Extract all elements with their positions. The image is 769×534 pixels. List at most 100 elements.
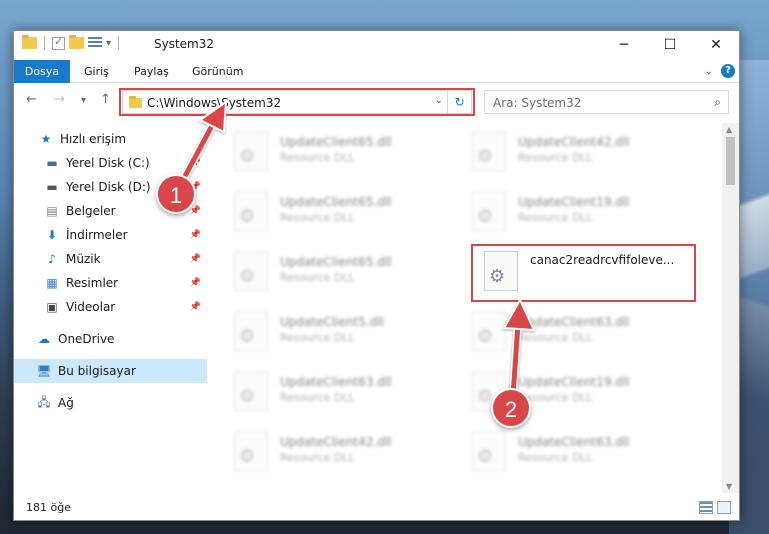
tab-view[interactable]: Görünüm	[192, 60, 243, 83]
sidebar-item-quick-access[interactable]: ★ Hızlı erişim	[14, 127, 207, 151]
sidebar-item-label: Müzik	[66, 252, 101, 266]
dll-file-icon	[472, 311, 506, 351]
file-name: UpdateClient42.dll	[518, 135, 630, 149]
status-bar: 181 öğe	[14, 496, 739, 520]
maximize-button[interactable]: ☐	[647, 31, 693, 58]
file-description: Resource DLL	[280, 151, 355, 164]
dll-file-icon	[234, 431, 268, 471]
dll-file-icon	[472, 431, 506, 471]
forward-arrow-icon[interactable]: →	[54, 92, 65, 107]
title-bar: ▾ System32 ─ ☐ ✕	[14, 31, 739, 58]
sidebar-item-label: Bu bilgisayar	[58, 364, 136, 378]
step-1-badge: 1	[156, 174, 196, 214]
pin-icon[interactable]: 📌	[190, 302, 201, 312]
recent-locations-chevron-icon[interactable]: ▾	[81, 95, 86, 106]
ribbon-tabs: Dosya Giriş Paylaş Görünüm ⌄ ?	[14, 60, 739, 83]
file-name: UpdateClient63.dll	[518, 315, 630, 329]
sidebar-item-this-pc[interactable]: 🖥 Bu bilgisayar	[14, 359, 207, 383]
minimize-button[interactable]: ─	[601, 31, 647, 58]
file-item[interactable]: UpdateClient5.dll Resource DLL	[214, 307, 444, 359]
pin-icon[interactable]: 📌	[190, 158, 201, 168]
sidebar-item-music[interactable]: ♪ Müzik 📌	[14, 247, 207, 271]
file-item[interactable]: UpdateClient65.dll Resource DLL	[214, 127, 444, 179]
sidebar-item-label: Yerel Disk (D:)	[66, 180, 151, 194]
sidebar-item-label: Yerel Disk (C:)	[66, 156, 150, 170]
pin-icon[interactable]: 📌	[190, 230, 201, 240]
file-name: UpdateClient19.dll	[518, 375, 630, 389]
sidebar-item-videos[interactable]: ▣ Videolar 📌	[14, 295, 207, 319]
file-name: UpdateClient19.dll	[518, 195, 630, 209]
expand-ribbon-chevron-icon[interactable]: ⌄	[705, 66, 713, 77]
sidebar-item-local-disk-c[interactable]: ▬ Yerel Disk (C:) 📌	[14, 151, 207, 175]
large-icons-view-icon[interactable]	[717, 501, 731, 514]
window-controls: ─ ☐ ✕	[601, 31, 739, 58]
pin-icon[interactable]: 📌	[190, 278, 201, 288]
back-arrow-icon[interactable]: ←	[26, 92, 37, 107]
file-item[interactable]: UpdateClient63.dll Resource DLL	[452, 427, 682, 479]
network-icon: 🖧	[37, 394, 51, 409]
file-name: UpdateClient63.dll	[280, 375, 392, 389]
file-name: UpdateClient65.dll	[280, 195, 392, 209]
file-item[interactable]: UpdateClient42.dll Resource DLL	[452, 127, 682, 179]
details-view-icon[interactable]	[699, 501, 713, 514]
sidebar-item-label: Ağ	[58, 396, 74, 410]
sidebar-item-onedrive[interactable]: ☁ OneDrive	[14, 327, 207, 351]
tab-home[interactable]: Giriş	[84, 60, 109, 83]
file-item[interactable]: UpdateClient42.dll Resource DLL	[214, 427, 444, 479]
view-buttons	[699, 501, 731, 514]
file-description: Resource DLL	[280, 331, 355, 344]
toolbar-separator	[118, 36, 120, 50]
scrollbar-thumb[interactable]	[726, 137, 735, 185]
file-description: Resource DLL	[518, 151, 593, 164]
file-explorer-window: ▾ System32 ─ ☐ ✕ Dosya Giriş Paylaş Görü…	[13, 30, 740, 521]
properties-check-icon[interactable]	[52, 35, 65, 50]
sidebar-item-downloads[interactable]: ⬇ İndirmeler 📌	[14, 223, 207, 247]
file-item[interactable]: UpdateClient63.dll Resource DLL	[452, 307, 682, 359]
tab-share[interactable]: Paylaş	[134, 60, 169, 83]
quick-access-toolbar: ▾	[22, 35, 122, 50]
file-item[interactable]: UpdateClient19.dll Resource DLL	[452, 367, 682, 419]
file-name: UpdateClient42.dll	[280, 435, 392, 449]
search-icon[interactable]: ⌕	[714, 95, 721, 110]
new-folder-icon[interactable]	[69, 35, 84, 49]
view-options-icon[interactable]	[88, 37, 102, 49]
star-icon: ★	[40, 132, 52, 146]
file-item[interactable]: UpdateClient63.dll Resource DLL	[214, 367, 444, 419]
dll-file-icon	[234, 311, 268, 351]
file-item[interactable]: UpdateClient65.dll Resource DLL	[214, 247, 444, 299]
videos-icon: ▣	[46, 300, 58, 314]
vertical-scrollbar[interactable]: ▲ ▼	[722, 123, 739, 493]
sidebar-item-network[interactable]: 🖧 Ağ	[14, 391, 207, 415]
drive-icon: ▬	[46, 180, 58, 194]
file-item[interactable]: UpdateClient65.dll Resource DLL	[214, 187, 444, 239]
address-highlight-box	[119, 88, 475, 116]
tab-file[interactable]: Dosya	[14, 60, 70, 83]
sidebar-item-pictures[interactable]: ▦ Resimler 📌	[14, 271, 207, 295]
file-name: UpdateClient65.dll	[280, 135, 392, 149]
cloud-icon: ☁	[38, 332, 50, 346]
window-title: System32	[154, 37, 215, 51]
file-description: Resource DLL	[280, 271, 355, 284]
dll-file-icon	[234, 251, 268, 291]
sidebar-item-label: OneDrive	[58, 332, 115, 346]
scroll-down-arrow-icon[interactable]: ▼	[726, 482, 732, 491]
scroll-up-arrow-icon[interactable]: ▲	[726, 125, 732, 134]
file-description: Resource DLL	[280, 391, 355, 404]
file-description: Resource DLL	[518, 451, 593, 464]
music-icon: ♪	[48, 252, 56, 266]
file-list: UpdateClient65.dll Resource DLL UpdateCl…	[214, 123, 724, 493]
sidebar-item-label: İndirmeler	[66, 228, 128, 242]
pictures-icon: ▦	[46, 276, 58, 290]
navigation-bar: ← → ▾ ↑ C:\Windows\System32 ⌄ ↻ Ara: Sys…	[14, 86, 739, 116]
pin-icon[interactable]: 📌	[190, 254, 201, 264]
customize-toolbar-chevron-icon[interactable]: ▾	[106, 38, 111, 49]
file-description: Resource DLL	[518, 211, 593, 224]
pin-icon[interactable]: 📌	[190, 206, 201, 216]
dll-file-icon	[472, 131, 506, 171]
help-icon[interactable]: ?	[721, 64, 735, 78]
dll-file-icon	[234, 191, 268, 231]
close-button[interactable]: ✕	[693, 31, 739, 58]
file-item[interactable]: UpdateClient19.dll Resource DLL	[452, 187, 682, 239]
search-box[interactable]: Ara: System32 ⌕	[484, 90, 729, 114]
up-arrow-icon[interactable]: ↑	[100, 92, 111, 107]
